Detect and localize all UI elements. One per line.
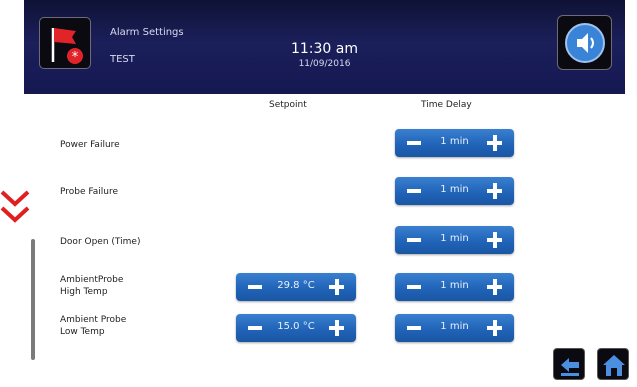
plus-icon bbox=[492, 135, 497, 151]
row-label-door-open: Door Open (Time) bbox=[60, 236, 140, 248]
time-delay-column-header: Time Delay bbox=[421, 100, 472, 110]
row-label-probe-failure: Probe Failure bbox=[60, 186, 118, 198]
speaker-icon bbox=[565, 23, 605, 63]
row-label-power-failure: Power Failure bbox=[60, 139, 120, 151]
plus-icon bbox=[334, 320, 339, 336]
row-label-line2: Low Temp bbox=[60, 327, 105, 337]
clock-time: 11:30 am bbox=[290, 41, 358, 57]
row-label-text: Door Open (Time) bbox=[60, 237, 141, 247]
scrollbar[interactable] bbox=[31, 239, 35, 360]
sound-button[interactable] bbox=[557, 15, 612, 70]
plus-icon bbox=[334, 279, 339, 295]
home-icon bbox=[603, 355, 625, 376]
alarm-settings-screen: * Alarm Settings TEST 11:30 am 11/09/201… bbox=[0, 0, 637, 387]
back-button[interactable] bbox=[553, 348, 585, 380]
row-label-high-temp: AmbientProbe High Temp bbox=[60, 274, 123, 298]
row-label-line2: High Temp bbox=[60, 287, 108, 297]
high-temp-setpoint-stepper[interactable]: 29.8 °C bbox=[236, 273, 356, 301]
plus-icon bbox=[492, 183, 497, 199]
back-arrow-icon bbox=[561, 358, 579, 376]
plus-icon bbox=[492, 232, 497, 248]
row-label-line1: Ambient Probe bbox=[60, 315, 127, 325]
screen-title: Alarm Settings bbox=[110, 27, 184, 38]
home-button[interactable] bbox=[597, 348, 629, 380]
high-temp-delay-stepper[interactable]: 1 min bbox=[395, 273, 514, 301]
header-bar: * Alarm Settings TEST 11:30 am 11/09/201… bbox=[24, 0, 625, 94]
probe-failure-delay-stepper[interactable]: 1 min bbox=[395, 177, 514, 205]
setpoint-column-header: Setpoint bbox=[269, 100, 307, 110]
plus-icon bbox=[492, 279, 497, 295]
power-failure-delay-stepper[interactable]: 1 min bbox=[395, 129, 514, 157]
row-label-text: Probe Failure bbox=[60, 187, 118, 197]
low-temp-delay-stepper[interactable]: 1 min bbox=[395, 314, 514, 342]
row-label-text: Power Failure bbox=[60, 140, 120, 150]
low-temp-setpoint-stepper[interactable]: 15.0 °C bbox=[236, 314, 356, 342]
row-label-line1: AmbientProbe bbox=[60, 275, 124, 285]
clock-date: 11/09/2016 bbox=[298, 59, 351, 69]
door-open-delay-stepper[interactable]: 1 min bbox=[395, 226, 514, 254]
double-chevron-down-icon bbox=[0, 190, 30, 223]
row-label-low-temp: Ambient Probe Low Temp bbox=[60, 314, 126, 338]
plus-icon bbox=[492, 320, 497, 336]
